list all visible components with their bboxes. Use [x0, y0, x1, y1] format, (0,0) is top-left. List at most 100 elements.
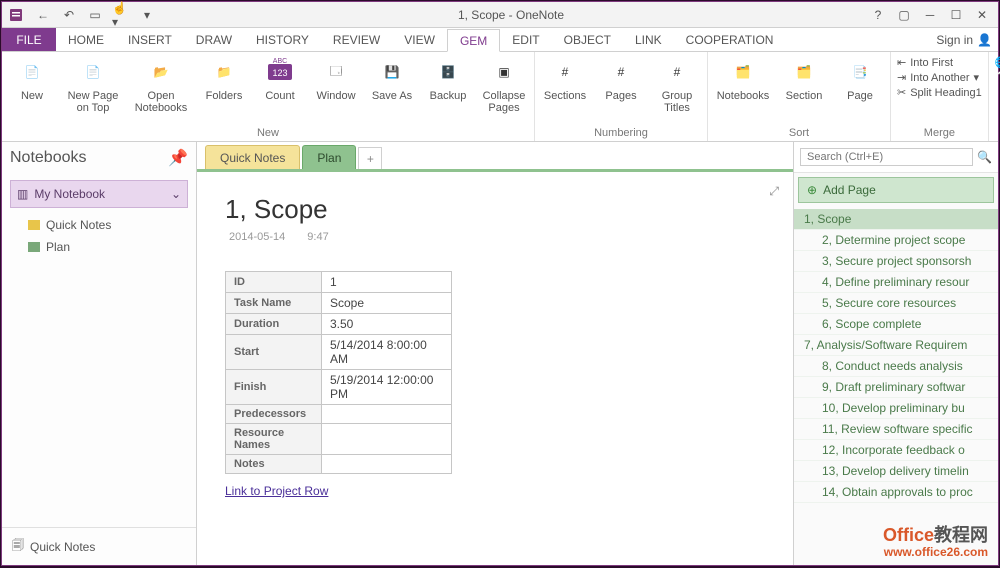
maximize-icon[interactable]: ☐: [944, 6, 968, 24]
ribbon-tab-row: FILE HOME INSERT DRAW HISTORY REVIEW VIE…: [2, 28, 998, 52]
tab-review[interactable]: REVIEW: [321, 28, 392, 51]
group-titles-button[interactable]: #Group Titles: [653, 56, 701, 114]
section-tab-plan[interactable]: Plan: [302, 145, 356, 169]
tab-insert[interactable]: INSERT: [116, 28, 184, 51]
add-page-button[interactable]: ⊕ Add Page: [798, 177, 994, 203]
link-to-project-row[interactable]: Link to Project Row: [225, 484, 765, 498]
help-button[interactable]: ❔Help▾: [995, 71, 1000, 84]
count-button[interactable]: 123ABCCount: [256, 56, 304, 102]
tab-link[interactable]: LINK: [623, 28, 674, 51]
nav-section-label: Quick Notes: [46, 218, 111, 232]
tab-gem[interactable]: GEM: [447, 29, 500, 52]
page-list-item[interactable]: 4, Define preliminary resour: [794, 272, 998, 293]
nav-section-item[interactable]: Plan: [2, 236, 196, 258]
page-list-item[interactable]: 5, Secure core resources: [794, 293, 998, 314]
table-value[interactable]: 5/14/2014 8:00:00 AM: [322, 335, 452, 370]
page-list-item[interactable]: 14, Obtain approvals to proc: [794, 482, 998, 503]
sort-notebooks-button[interactable]: 🗂️Notebooks: [714, 56, 772, 102]
page-list-item[interactable]: 8, Conduct needs analysis: [794, 356, 998, 377]
page-list-item[interactable]: 3, Secure project sponsorsh: [794, 251, 998, 272]
page-list-item[interactable]: 7, Analysis/Software Requirem: [794, 335, 998, 356]
page-list-item[interactable]: 13, Develop delivery timelin: [794, 461, 998, 482]
group-gem: 🌐Language▾ ❔Help▾ Gem: [989, 52, 1000, 141]
back-icon[interactable]: ←: [34, 6, 52, 24]
sort-page-button[interactable]: 📑Page: [836, 56, 884, 102]
touch-mode-icon[interactable]: ☝▾: [112, 6, 130, 24]
sort-nb-icon: 🗂️: [727, 56, 759, 88]
open-folder-icon: 📂: [145, 56, 177, 88]
undo-icon[interactable]: ↶: [60, 6, 78, 24]
group-label-gem: Gem: [995, 125, 1000, 141]
table-value[interactable]: [322, 405, 452, 424]
dock-icon[interactable]: ▭: [86, 6, 104, 24]
page-list-item[interactable]: 9, Draft preliminary softwar: [794, 377, 998, 398]
into-first-button[interactable]: ⇤Into First: [897, 56, 982, 69]
new-page-icon: 📄: [16, 56, 48, 88]
page-title[interactable]: 1, Scope: [225, 194, 765, 225]
table-key: ID: [226, 272, 322, 293]
current-notebook[interactable]: ▥ My Notebook ⌄: [10, 180, 188, 208]
table-value[interactable]: [322, 424, 452, 455]
window-button[interactable]: 🗔Window: [312, 56, 360, 102]
tab-history[interactable]: HISTORY: [244, 28, 321, 51]
open-notebooks-button[interactable]: 📂Open Notebooks: [130, 56, 192, 114]
expand-icon[interactable]: ⤢: [769, 184, 779, 199]
page-list-item[interactable]: 11, Review software specific: [794, 419, 998, 440]
search-icon[interactable]: 🔍: [977, 150, 992, 164]
page-list-item[interactable]: 1, Scope: [794, 209, 998, 230]
split-heading-button[interactable]: ✂Split Heading1: [897, 86, 982, 99]
tab-object[interactable]: OBJECT: [552, 28, 623, 51]
close-icon[interactable]: ✕: [970, 6, 994, 24]
page-list-item[interactable]: 2, Determine project scope: [794, 230, 998, 251]
search-input[interactable]: [800, 148, 973, 166]
group-sort: 🗂️Notebooks 🗂️Section 📑Page Sort: [708, 52, 891, 141]
tab-home[interactable]: HOME: [56, 28, 116, 51]
ribbon-options-icon[interactable]: ▢: [892, 6, 916, 24]
backup-button[interactable]: 🗄️Backup: [424, 56, 472, 102]
chevron-down-icon: ⌄: [171, 187, 181, 201]
minimize-icon[interactable]: ─: [918, 6, 942, 24]
table-value[interactable]: 1: [322, 272, 452, 293]
file-tab[interactable]: FILE: [2, 28, 56, 51]
task-table[interactable]: ID1Task NameScopeDuration3.50Start5/14/2…: [225, 271, 452, 474]
pin-icon[interactable]: 📌: [168, 148, 188, 168]
page-canvas[interactable]: ⤢ 1, Scope 2014-05-14 9:47 ID1Task NameS…: [197, 172, 793, 565]
new-button[interactable]: 📄New: [8, 56, 56, 102]
table-value[interactable]: Scope: [322, 293, 452, 314]
page-top-icon: 📄: [77, 56, 109, 88]
page-list-item[interactable]: 6, Scope complete: [794, 314, 998, 335]
save-as-button[interactable]: 💾Save As: [368, 56, 416, 102]
sort-section-button[interactable]: 🗂️Section: [780, 56, 828, 102]
group-label-new: New: [8, 125, 528, 141]
group-new: 📄New 📄New Page on Top 📂Open Notebooks 📁F…: [2, 52, 535, 141]
help-icon[interactable]: ?: [866, 6, 890, 24]
nav-section-item[interactable]: Quick Notes: [2, 214, 196, 236]
new-page-on-top-button[interactable]: 📄New Page on Top: [64, 56, 122, 114]
table-value[interactable]: 5/19/2014 12:00:00 PM: [322, 370, 452, 405]
sign-in-link[interactable]: Sign in 👤: [936, 28, 992, 51]
tab-view[interactable]: VIEW: [392, 28, 447, 51]
user-icon: 👤: [977, 33, 992, 47]
collapse-pages-button[interactable]: ▣Collapse Pages: [480, 56, 528, 114]
quick-notes-footer-label: Quick Notes: [30, 540, 95, 554]
tab-edit[interactable]: EDIT: [500, 28, 551, 51]
section-tab-quick-notes[interactable]: Quick Notes: [205, 145, 300, 169]
into-another-button[interactable]: ⇥Into Another▾: [897, 71, 982, 84]
sections-button[interactable]: #Sections: [541, 56, 589, 102]
pages-button[interactable]: #Pages: [597, 56, 645, 102]
collapse-icon: ▣: [488, 56, 520, 88]
app-icon[interactable]: [8, 6, 26, 24]
tab-cooperation[interactable]: COOPERATION: [674, 28, 786, 51]
svg-text:ABC: ABC: [273, 58, 287, 65]
tab-draw[interactable]: DRAW: [184, 28, 244, 51]
language-button[interactable]: 🌐Language▾: [995, 56, 1000, 69]
table-value[interactable]: 3.50: [322, 314, 452, 335]
quick-notes-footer[interactable]: 🗐 Quick Notes: [2, 527, 196, 565]
page-list-item[interactable]: 12, Incorporate feedback o: [794, 440, 998, 461]
add-section-button[interactable]: +: [358, 147, 382, 169]
qat-customize-icon[interactable]: ▾: [138, 6, 156, 24]
group-label-sort: Sort: [714, 125, 884, 141]
folders-button[interactable]: 📁Folders: [200, 56, 248, 102]
page-list-item[interactable]: 10, Develop preliminary bu: [794, 398, 998, 419]
table-value[interactable]: [322, 455, 452, 474]
